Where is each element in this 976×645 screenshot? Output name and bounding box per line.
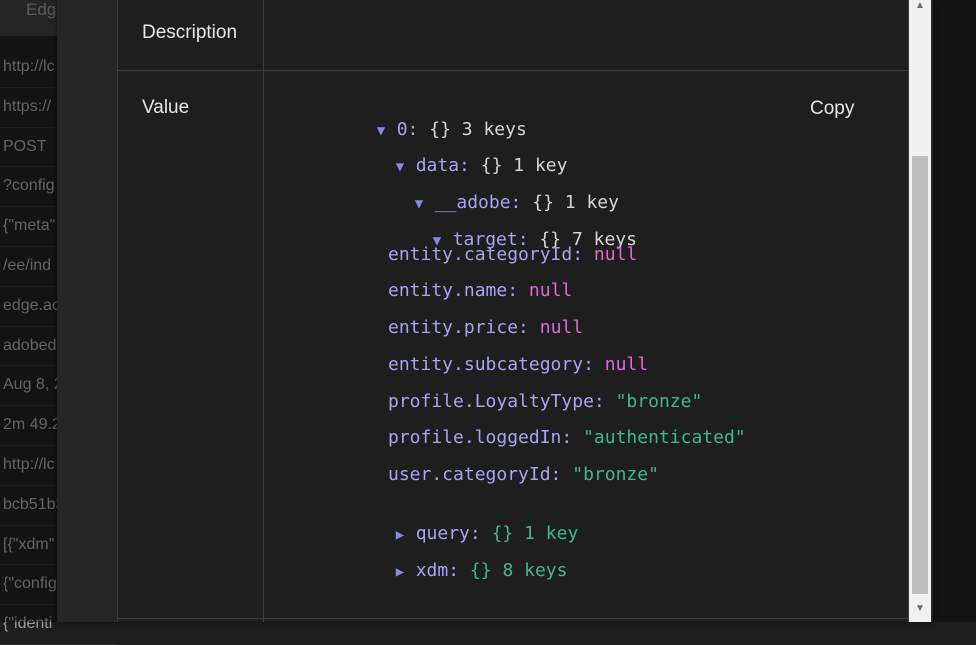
tree-leaf: profile.LoyaltyType: "bronze" <box>388 391 702 413</box>
tree-value: null <box>539 317 584 338</box>
tree-leaf: entity.categoryId: null <box>388 244 637 266</box>
tree-key: entity.price: <box>388 317 529 338</box>
tree-key: profile.loggedIn: <box>388 427 573 448</box>
value-label: Value <box>142 97 190 118</box>
tree-value: "bronze" <box>615 391 703 412</box>
row-divider <box>118 70 908 71</box>
scroll-down-icon[interactable]: ▼ <box>914 603 926 614</box>
value-modal: Description Value Copy ▼ 0: {} 3 keys ▼ da… <box>57 0 933 622</box>
tree-value: null <box>593 244 638 265</box>
tree-count: 8 keys <box>502 560 568 581</box>
tree-leaf: user.categoryId: "bronze" <box>388 464 659 486</box>
tree-leaf: entity.name: null <box>388 280 572 302</box>
tree-leaf: entity.subcategory: null <box>388 354 648 376</box>
description-label: Description <box>142 22 238 43</box>
tree-value: "authenticated" <box>583 427 746 448</box>
tree-key: entity.categoryId: <box>388 244 584 265</box>
tree-braces: {} <box>469 560 492 581</box>
tree-key: xdm: <box>415 560 460 581</box>
tree-value: null <box>604 354 649 375</box>
row-divider <box>118 618 908 619</box>
tree-node-xdm[interactable]: ▶ xdm: {} 8 keys <box>309 538 568 605</box>
tree-value: null <box>528 280 573 301</box>
tree-key: entity.name: <box>388 280 519 301</box>
tree-value: "bronze" <box>572 464 659 485</box>
copy-button[interactable]: Copy <box>806 96 858 122</box>
scrollbar-thumb[interactable] <box>912 156 928 594</box>
tree-key: profile.LoyaltyType: <box>388 391 605 412</box>
tree-key: user.categoryId: <box>388 464 562 485</box>
vertical-scrollbar[interactable]: ▲ ▼ <box>909 0 931 622</box>
column-divider <box>263 0 264 622</box>
tree-leaf: entity.price: null <box>388 317 583 339</box>
scroll-up-icon[interactable]: ▲ <box>914 0 926 11</box>
triangle-right-icon[interactable]: ▶ <box>396 561 406 583</box>
tree-key: entity.subcategory: <box>388 354 594 375</box>
detail-table: Description Value Copy ▼ 0: {} 3 keys ▼ da… <box>117 0 909 622</box>
tree-leaf: profile.loggedIn: "authenticated" <box>388 427 746 449</box>
